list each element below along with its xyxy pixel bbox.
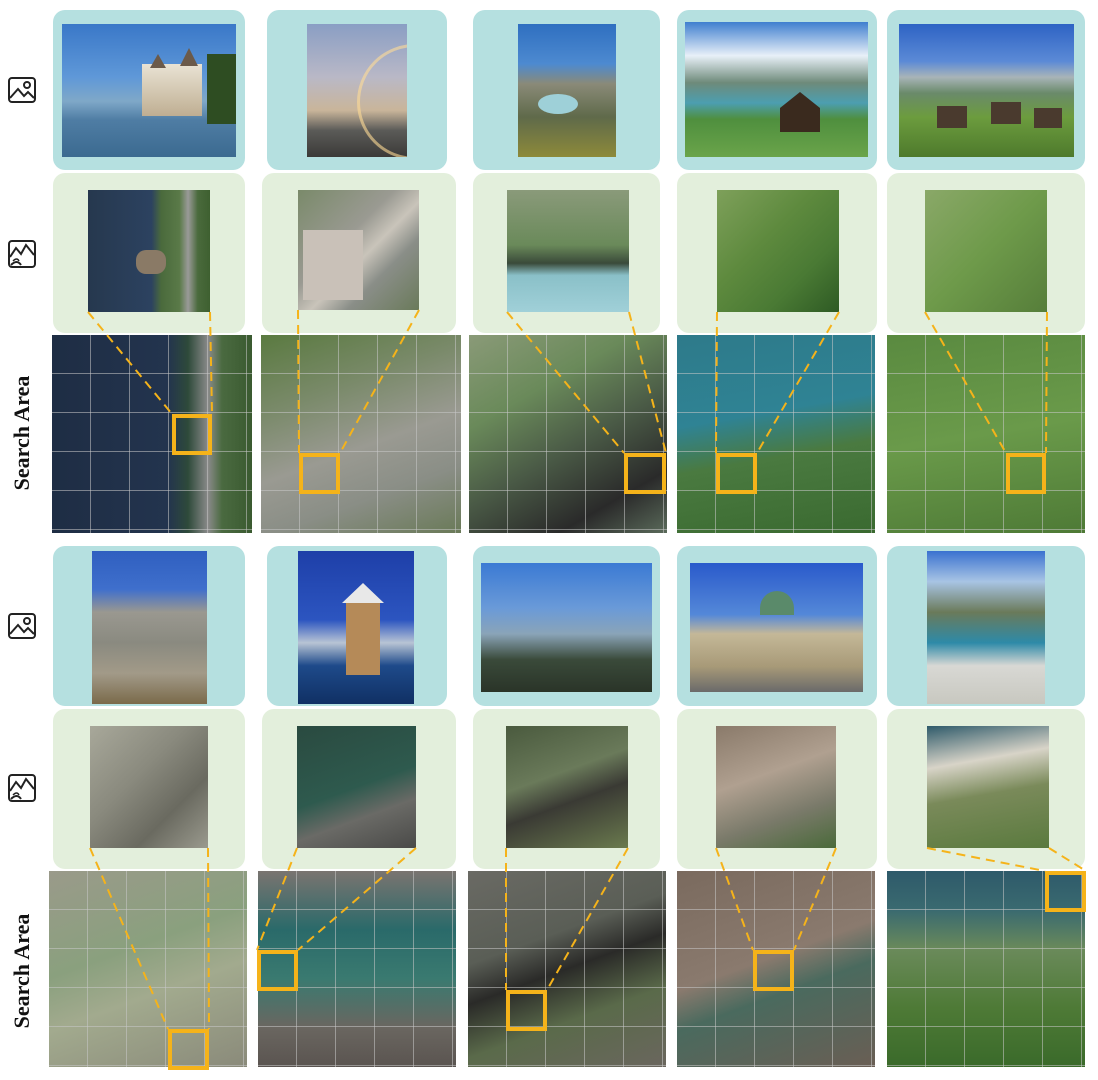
row-label-search-area: Search Area xyxy=(9,913,34,1029)
ground-photo-castle xyxy=(62,24,236,157)
match-highlight-box xyxy=(1045,871,1086,912)
drone-view-icon xyxy=(8,240,36,268)
search-area-map xyxy=(52,335,252,533)
image-icon xyxy=(8,613,36,639)
drone-view-image xyxy=(90,726,208,848)
drone-view-image xyxy=(88,190,210,312)
image-icon xyxy=(8,77,36,103)
row-label-search-area: Search Area xyxy=(9,375,34,491)
search-area-map xyxy=(469,335,667,533)
drone-view-image xyxy=(297,726,416,848)
drone-view-icon xyxy=(8,774,36,802)
match-highlight-box xyxy=(753,950,794,991)
ground-photo-hill-castle xyxy=(481,563,652,692)
drone-view-image xyxy=(298,190,419,310)
search-area-map xyxy=(49,871,247,1067)
drone-view-image xyxy=(927,726,1049,848)
match-highlight-box xyxy=(172,414,212,455)
match-highlight-box xyxy=(257,950,298,991)
search-area-map xyxy=(887,335,1085,533)
match-highlight-box xyxy=(716,453,757,494)
match-highlight-box xyxy=(168,1029,209,1070)
ground-photo-rocky-peak xyxy=(92,551,207,704)
match-highlight-box xyxy=(624,453,666,494)
search-area-map xyxy=(468,871,666,1067)
ground-photo-mountain-lake xyxy=(518,24,616,157)
ground-photo-water-tower xyxy=(298,551,414,704)
ground-photo-rainbow xyxy=(307,24,407,157)
drone-view-image xyxy=(716,726,836,848)
search-area-map xyxy=(677,335,875,533)
match-highlight-box xyxy=(1006,453,1046,494)
ground-photo-lakeside-chapel xyxy=(685,22,868,157)
search-area-map xyxy=(261,335,461,533)
ground-photo-alpine-huts xyxy=(899,24,1074,157)
ground-photo-federal-palace xyxy=(690,563,863,692)
match-highlight-box xyxy=(299,453,340,494)
drone-view-image xyxy=(925,190,1047,312)
drone-view-image xyxy=(507,190,629,312)
match-highlight-box xyxy=(506,990,547,1031)
drone-view-image xyxy=(506,726,628,848)
ground-photo-dam-walkway xyxy=(927,551,1045,704)
drone-view-image xyxy=(717,190,839,312)
